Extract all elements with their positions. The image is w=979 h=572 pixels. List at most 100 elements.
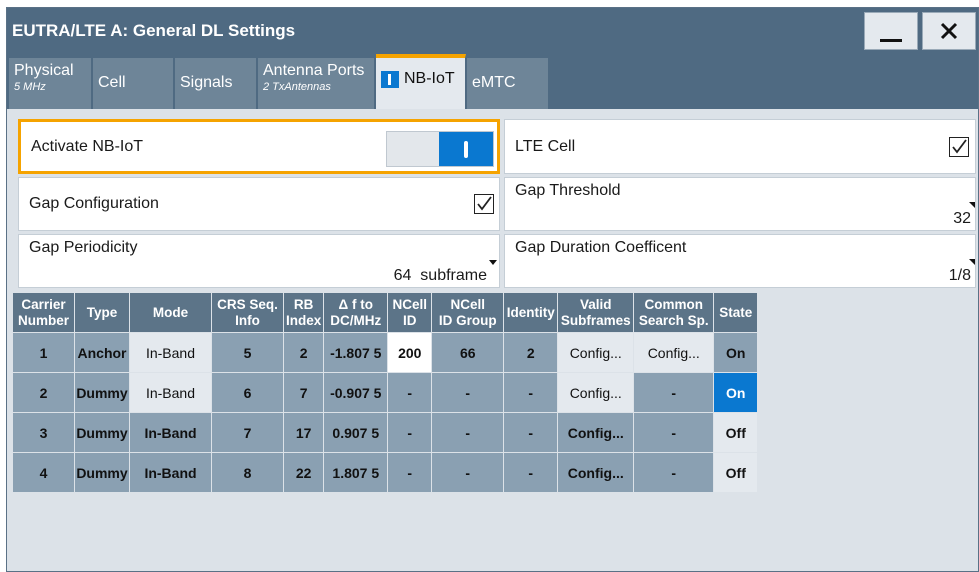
- close-icon: [940, 22, 958, 40]
- cell-ncell-id-group: -: [431, 452, 505, 493]
- col-identity: Identity: [503, 292, 559, 333]
- col-valid-subframes: Valid Subframes: [557, 292, 635, 333]
- gap-periodicity-field[interactable]: Gap Periodicity 64 subframe: [18, 234, 500, 288]
- gap-threshold-value: 32: [953, 210, 971, 227]
- col-crs-seq-info: CRS Seq. Info: [211, 292, 284, 333]
- cell-common-search: -: [633, 372, 715, 413]
- tab-sublabel: 2 TxAntennas: [263, 81, 331, 93]
- col-rb-index: RB Index: [282, 292, 325, 333]
- cell-delta-f[interactable]: -1.807 5: [323, 332, 389, 373]
- col-state: State: [713, 292, 759, 333]
- edit-marker-icon: [969, 202, 975, 208]
- cell-ncell-id-group[interactable]: 66: [431, 332, 505, 373]
- cell-carrier-number: 4: [12, 452, 75, 493]
- gap-duration-value: 1/8: [948, 267, 971, 284]
- nb-iot-panel: Activate NB-IoT LTE Cell Gap Configurati…: [7, 109, 978, 571]
- cell-identity[interactable]: 2: [503, 332, 559, 373]
- cell-type: Dummy: [74, 452, 130, 493]
- cell-common-search-button[interactable]: Config...: [633, 332, 715, 373]
- col-mode: Mode: [129, 292, 212, 333]
- cell-mode[interactable]: In-Band: [129, 412, 212, 453]
- tab-bar: Physical 5 MHz Cell Signals Antenna Port…: [7, 54, 978, 109]
- dropdown-arrow-icon: [489, 259, 497, 265]
- cell-mode[interactable]: In-Band: [129, 332, 212, 373]
- tab-emtc[interactable]: eMTC: [467, 58, 549, 109]
- gap-threshold-label: Gap Threshold: [515, 182, 621, 199]
- gap-duration-field[interactable]: Gap Duration Coefficent 1/8: [504, 234, 976, 288]
- cell-ncell-id: -: [387, 412, 433, 453]
- close-button[interactable]: [922, 12, 976, 50]
- cell-crs-seq-info[interactable]: 8: [211, 452, 284, 493]
- cell-type: Anchor: [74, 332, 130, 373]
- window-title: EUTRA/LTE A: General DL Settings: [12, 21, 296, 40]
- cell-valid-subframes-button[interactable]: Config...: [557, 452, 635, 493]
- tab-label: Cell: [98, 74, 126, 91]
- tab-physical[interactable]: Physical 5 MHz: [9, 58, 92, 109]
- gap-periodicity-value: 64 subframe: [393, 267, 487, 284]
- cell-rb-index[interactable]: 2: [282, 332, 325, 373]
- cell-crs-seq-info[interactable]: 7: [211, 412, 284, 453]
- cell-identity: -: [503, 372, 559, 413]
- tab-label: NB-IoT: [404, 70, 455, 87]
- cell-crs-seq-info[interactable]: 5: [211, 332, 284, 373]
- cell-ncell-id: -: [387, 372, 433, 413]
- activate-nbiot-label: Activate NB-IoT: [31, 137, 144, 155]
- cell-mode[interactable]: In-Band: [129, 452, 212, 493]
- cell-common-search: -: [633, 412, 715, 453]
- tab-label: Antenna Ports: [263, 62, 365, 79]
- cell-ncell-id-group: -: [431, 372, 505, 413]
- cell-state[interactable]: On: [713, 332, 759, 373]
- dialog-window: EUTRA/LTE A: General DL Settings Physica…: [6, 7, 979, 572]
- cell-ncell-id: -: [387, 452, 433, 493]
- cell-type: Dummy: [74, 412, 130, 453]
- tab-sublabel: 5 MHz: [14, 81, 46, 93]
- cell-rb-index[interactable]: 17: [282, 412, 325, 453]
- tab-label: Signals: [180, 74, 233, 91]
- cell-delta-f[interactable]: -0.907 5: [323, 372, 389, 413]
- col-common-search-space: Common Search Sp.: [633, 292, 715, 333]
- col-ncell-id: NCell ID: [387, 292, 433, 333]
- gap-configuration-checkbox[interactable]: [474, 194, 494, 214]
- gap-configuration-label: Gap Configuration: [29, 195, 159, 212]
- cell-delta-f[interactable]: 0.907 5: [323, 412, 389, 453]
- cell-ncell-id[interactable]: 200: [387, 332, 433, 373]
- tab-cell[interactable]: Cell: [93, 58, 174, 109]
- table-header-row: Carrier Number Type Mode CRS Seq. Info RB I…: [12, 292, 759, 333]
- lte-cell-label: LTE Cell: [515, 137, 576, 155]
- cell-valid-subframes-button[interactable]: Config...: [557, 372, 635, 413]
- cell-carrier-number: 2: [12, 372, 75, 413]
- gap-duration-label: Gap Duration Coefficent: [515, 239, 687, 256]
- col-type: Type: [74, 292, 130, 333]
- cell-state[interactable]: Off: [713, 452, 759, 493]
- cell-rb-index[interactable]: 7: [282, 372, 325, 413]
- cell-crs-seq-info[interactable]: 6: [211, 372, 284, 413]
- tab-antenna-ports[interactable]: Antenna Ports 2 TxAntennas: [258, 58, 375, 109]
- cell-identity: -: [503, 452, 559, 493]
- cell-valid-subframes-button[interactable]: Config...: [557, 332, 635, 373]
- tab-signals[interactable]: Signals: [175, 58, 257, 109]
- minimize-button[interactable]: [864, 12, 918, 50]
- switch-knob: [439, 132, 493, 166]
- minimize-icon: [880, 38, 902, 42]
- table-row: 1 Anchor In-Band 5 2 -1.807 5 200 66 2 C…: [12, 332, 759, 373]
- cell-state-selected[interactable]: On: [713, 372, 759, 413]
- cell-state[interactable]: Off: [713, 412, 759, 453]
- cell-delta-f[interactable]: 1.807 5: [323, 452, 389, 493]
- col-ncell-id-group: NCell ID Group: [431, 292, 505, 333]
- title-bar: EUTRA/LTE A: General DL Settings: [7, 8, 978, 54]
- cell-ncell-id-group: -: [431, 412, 505, 453]
- gap-threshold-field[interactable]: Gap Threshold 32: [504, 177, 976, 231]
- checkmark-icon: [952, 139, 967, 154]
- cell-common-search: -: [633, 452, 715, 493]
- tab-nb-iot[interactable]: NB-IoT: [376, 54, 466, 109]
- table-row: 3 Dummy In-Band 7 17 0.907 5 - - - Confi…: [12, 412, 759, 453]
- cell-carrier-number: 1: [12, 332, 75, 373]
- lte-cell-checkbox[interactable]: [949, 137, 969, 157]
- cell-rb-index[interactable]: 22: [282, 452, 325, 493]
- cell-mode[interactable]: In-Band: [129, 372, 212, 413]
- col-carrier-number: Carrier Number: [12, 292, 75, 333]
- cell-valid-subframes-button[interactable]: Config...: [557, 412, 635, 453]
- activate-nbiot-switch[interactable]: [386, 131, 494, 167]
- checkmark-icon: [477, 196, 492, 211]
- lte-cell-field: LTE Cell: [504, 119, 976, 174]
